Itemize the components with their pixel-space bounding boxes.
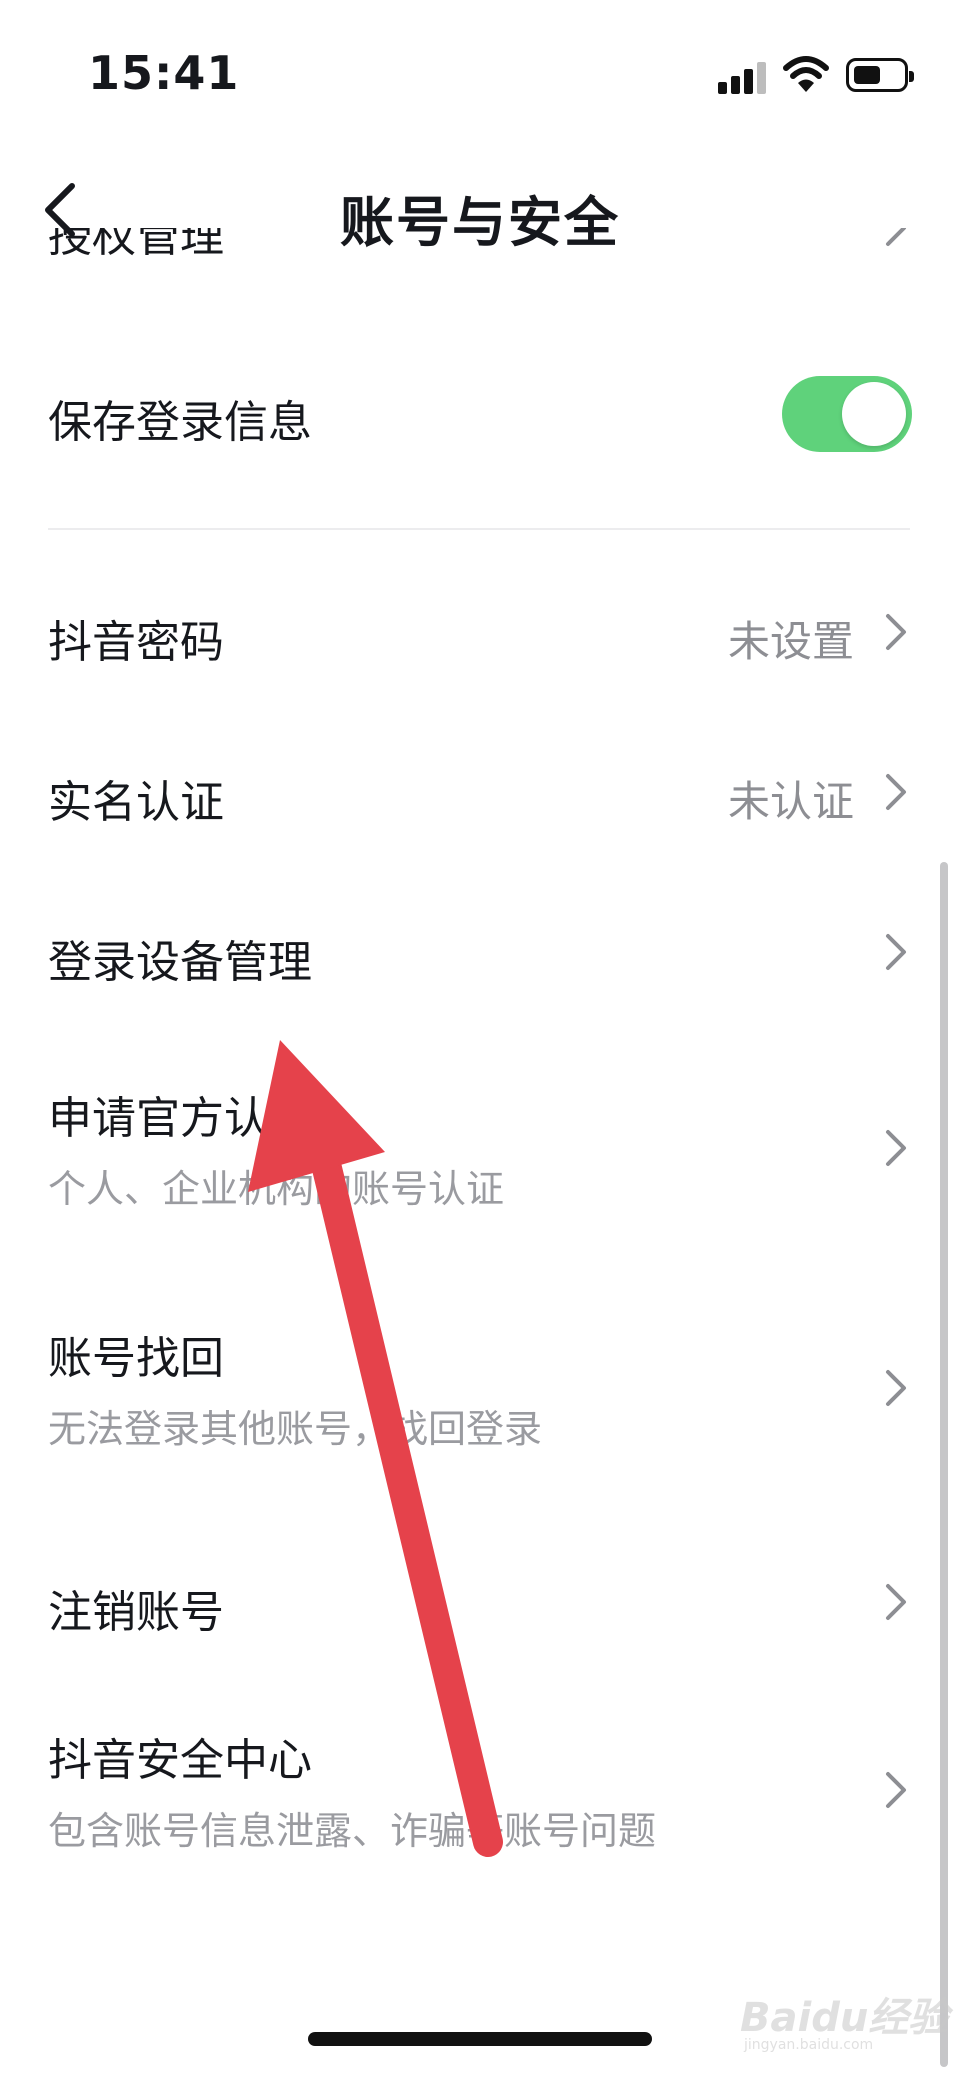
row-label: 抖音密码 <box>48 617 224 668</box>
settings-row-password[interactable]: 抖音密码 未设置 <box>0 558 960 698</box>
toggle-knob <box>842 382 906 446</box>
row-subtitle: 无法登录其他账号，找回登录 <box>48 1407 543 1451</box>
row-label: 保存登录信息 <box>48 397 312 448</box>
row-label: 账号找回 <box>48 1333 224 1384</box>
settings-row-realname[interactable]: 实名认证 未认证 <box>0 718 960 858</box>
chevron-right-icon <box>886 614 906 650</box>
chevron-right-icon <box>886 1584 906 1620</box>
row-label: 申请官方认证 <box>48 1093 312 1144</box>
battery-icon <box>846 58 914 92</box>
chevron-right-icon <box>886 1772 906 1808</box>
row-label: 登录设备管理 <box>48 937 312 988</box>
status-time: 15:41 <box>88 46 240 100</box>
row-label: 实名认证 <box>48 777 224 828</box>
watermark-url: jingyan.baidu.com <box>744 2037 874 2053</box>
save-login-toggle[interactable] <box>782 376 912 452</box>
password-status: 未设置 <box>727 617 854 666</box>
divider <box>48 528 910 530</box>
settings-row-cancel[interactable]: 注销账号 <box>0 1528 960 1668</box>
baidu-watermark-logo: Baidu经验 jingyan.baidu.com <box>740 1985 948 2065</box>
row-label: 授权管理 <box>48 228 224 262</box>
home-indicator[interactable] <box>308 2032 652 2046</box>
chevron-right-icon <box>886 1130 906 1166</box>
cellular-signal-icon <box>718 60 766 94</box>
chevron-right-icon <box>886 934 906 970</box>
settings-list[interactable]: 授权管理 保存登录信息 抖音密码 未设置 实名认证 未认证 登录设备管理 申请官… <box>0 228 960 2008</box>
settings-row-devices[interactable]: 登录设备管理 <box>0 878 960 1018</box>
chevron-right-icon <box>886 1370 906 1406</box>
settings-row-official[interactable]: 申请官方认证 个人、企业机构的账号认证 <box>0 1048 960 1248</box>
scrollbar[interactable] <box>940 862 948 2067</box>
watermark-text: Baidu经验 <box>740 1995 949 2041</box>
status-bar: 15:41 <box>0 0 960 150</box>
settings-row-authorization[interactable]: 授权管理 <box>0 228 960 308</box>
settings-row-save-login: 保存登录信息 <box>0 348 960 478</box>
settings-row-safety[interactable]: 抖音安全中心 包含账号信息泄露、诈骗等账号问题 <box>0 1690 960 1890</box>
wifi-icon <box>782 54 830 94</box>
realname-status: 未认证 <box>727 777 854 826</box>
row-label: 注销账号 <box>48 1587 224 1638</box>
row-subtitle: 个人、企业机构的账号认证 <box>48 1167 505 1211</box>
row-label: 抖音安全中心 <box>48 1735 312 1786</box>
chevron-right-icon <box>886 228 906 246</box>
settings-row-recover[interactable]: 账号找回 无法登录其他账号，找回登录 <box>0 1288 960 1488</box>
row-subtitle: 包含账号信息泄露、诈骗等账号问题 <box>48 1809 657 1853</box>
chevron-right-icon <box>886 774 906 810</box>
